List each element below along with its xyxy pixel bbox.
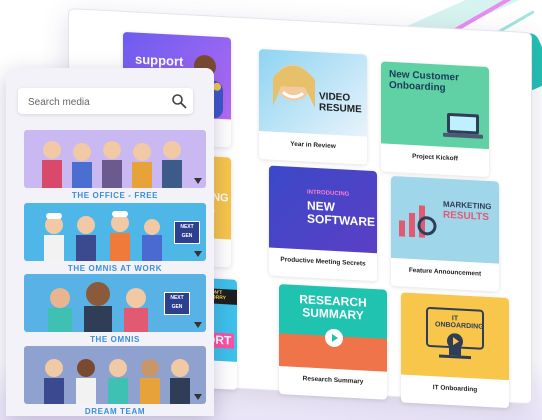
template-title: Feature Announcement xyxy=(408,266,482,278)
thumbnail-caption: VIDEO RESUME xyxy=(319,91,362,115)
media-sidebar: THE OFFICE - FREE NEXT GEN THE OMNIS AT … xyxy=(6,68,214,416)
template-thumbnail: MARKETING RESULTS xyxy=(391,175,499,264)
chevron-down-icon[interactable] xyxy=(194,251,202,257)
template-title: Research Summary xyxy=(302,375,364,386)
template-thumbnail: New Customer Onboarding xyxy=(381,61,489,150)
pack-label: THE OMNIS xyxy=(90,335,140,344)
search-box xyxy=(18,88,193,114)
template-card-year-in-review[interactable]: VIDEO RESUME Year in Review xyxy=(259,49,367,165)
thumbnail-caption-small: INTRODUCING xyxy=(307,189,350,198)
chart-magnifier-icon xyxy=(399,205,437,238)
laptop-icon xyxy=(443,112,483,139)
pack-label: THE OFFICE - FREE xyxy=(71,191,159,200)
template-card-productive-meeting[interactable]: INTRODUCING NEW SOFTWARE Productive Meet… xyxy=(269,165,377,282)
template-thumbnail: IT ONBOARDING xyxy=(401,292,509,381)
template-thumbnail: RESEARCH SUMMARY xyxy=(279,284,387,372)
pack-label: THE OMNIS AT WORK xyxy=(67,264,163,273)
search-icon[interactable] xyxy=(171,93,187,109)
chevron-down-icon[interactable] xyxy=(194,394,202,400)
template-title: Year in Review xyxy=(290,140,336,151)
template-title: Productive Meeting Secrets xyxy=(280,256,366,268)
play-icon[interactable] xyxy=(447,333,463,350)
template-thumbnail: VIDEO RESUME xyxy=(259,49,367,137)
thumbnail-caption: RESULTS xyxy=(443,209,489,224)
template-title: Project Kickoff xyxy=(412,153,458,163)
template-card-research-summary[interactable]: RESEARCH SUMMARY Research Summary xyxy=(279,284,387,400)
media-pack-dream-team[interactable]: DREAM TEAM xyxy=(24,346,206,416)
search-input[interactable] xyxy=(26,93,170,111)
play-icon[interactable] xyxy=(325,328,343,347)
characters-illustration xyxy=(44,359,190,404)
next-gen-badge: NEXT GEN xyxy=(174,221,200,244)
pack-label: DREAM TEAM xyxy=(84,407,146,416)
template-title: IT Onboarding xyxy=(432,384,478,394)
thumbnail-caption: RESEARCH SUMMARY xyxy=(299,292,367,323)
pack-characters-image: NEXT GEN xyxy=(24,274,206,332)
media-pack-the-office[interactable]: THE OFFICE - FREE xyxy=(24,130,206,210)
thumbnail-caption: NEW SOFTWARE xyxy=(307,198,375,229)
thumbnail-caption: New Customer Onboarding xyxy=(389,68,460,94)
pack-characters-image xyxy=(24,130,206,188)
chevron-down-icon[interactable] xyxy=(194,322,202,328)
thumbnail-caption: IT ONBOARDING xyxy=(435,315,484,332)
template-card-project-kickoff[interactable]: New Customer Onboarding Project Kickoff xyxy=(381,61,489,178)
media-pack-the-omnis[interactable]: NEXT GEN THE OMNIS xyxy=(24,274,206,354)
characters-illustration xyxy=(42,141,182,188)
pack-characters-image xyxy=(24,346,206,404)
next-gen-badge: NEXT GEN xyxy=(164,292,190,315)
template-card-feature-announcement[interactable]: MARKETING RESULTS Feature Announcement xyxy=(391,175,499,292)
chevron-down-icon[interactable] xyxy=(194,178,202,184)
person-photo-icon xyxy=(273,64,315,108)
media-pack-the-omnis-at-work[interactable]: NEXT GEN THE OMNIS AT WORK xyxy=(24,203,206,283)
template-card-it-onboarding[interactable]: IT ONBOARDING IT Onboarding xyxy=(401,292,509,409)
pack-characters-image: NEXT GEN xyxy=(24,203,206,261)
template-thumbnail: INTRODUCING NEW SOFTWARE xyxy=(269,165,377,254)
